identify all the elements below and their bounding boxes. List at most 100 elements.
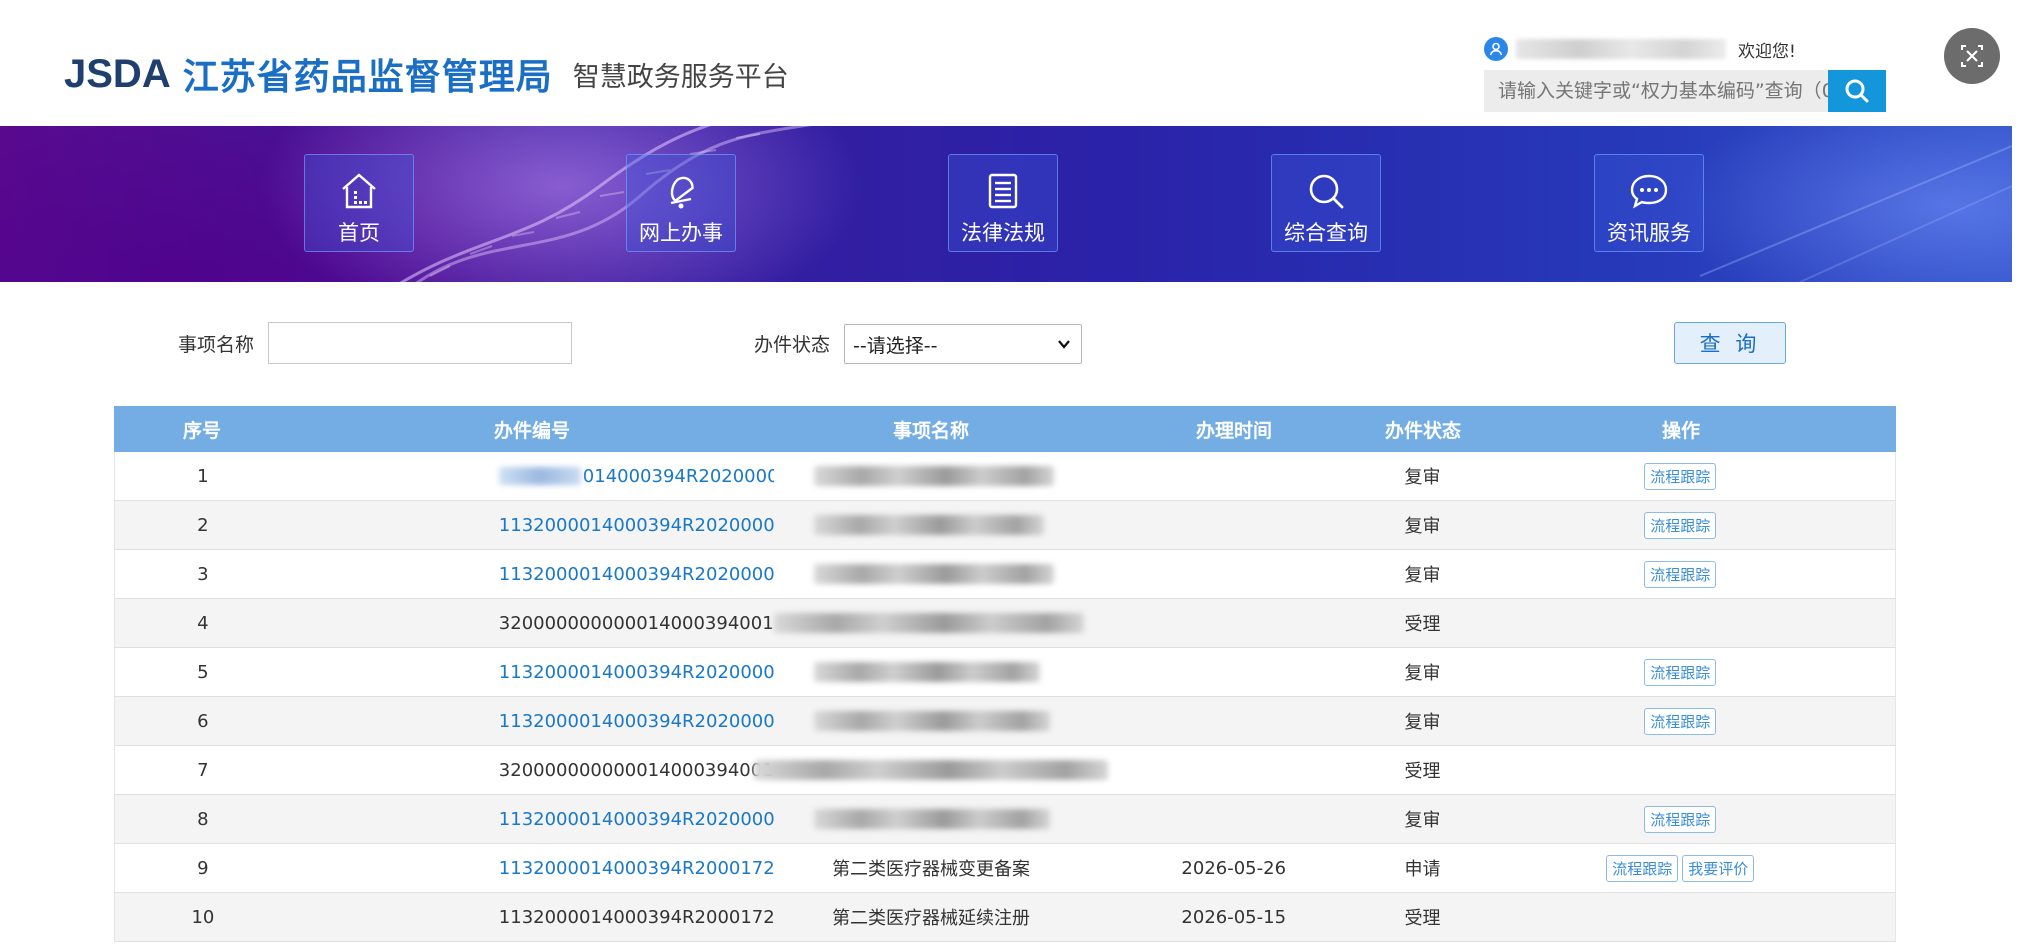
track-process-button[interactable]: 流程跟踪	[1644, 462, 1717, 490]
case-number-link[interactable]: 1132000014000394R202000000000	[499, 711, 774, 732]
row-number-cell: 1132000014000394R200017202600000	[291, 893, 774, 941]
row-time	[1088, 746, 1380, 794]
case-number-link[interactable]: 1132000014000394R2020000000000	[499, 662, 774, 683]
case-number-link[interactable]: 014000394R2020000000000	[583, 466, 774, 487]
table-row: 7 3200000000000140003940010033100 受理	[114, 746, 1896, 795]
case-number-link[interactable]: 1132000014000394R2020000000000	[499, 515, 774, 536]
col-seq: 序号	[182, 419, 221, 442]
nav-online-service[interactable]: 网上办事	[626, 154, 736, 252]
track-process-button[interactable]: 流程跟踪	[1644, 707, 1717, 735]
row-item-name	[754, 746, 1109, 794]
table-row: 4 3200000000000140003940010033100 受理	[114, 599, 1896, 648]
site-search-button[interactable]	[1828, 70, 1886, 112]
rate-button[interactable]: 我要评价	[1682, 854, 1755, 882]
case-number-link[interactable]: 1132000014000394R20200000000	[499, 564, 774, 585]
track-process-button[interactable]: 流程跟踪	[1644, 560, 1717, 588]
row-item-name	[774, 648, 1088, 696]
case-number: 1132000014000394R200017202600000	[498, 906, 775, 928]
table-row: 9 1132000014000394R200017202 第二类医疗器械变更备案 20…	[114, 844, 1896, 893]
case-number-link[interactable]: 1132000014000394R2020000000000	[499, 809, 774, 830]
row-seq: 8	[197, 808, 209, 830]
row-item-name	[774, 599, 1088, 647]
row-actions	[1465, 893, 1895, 941]
row-status: 受理	[1404, 614, 1441, 635]
table-row: 8 1132000014000394R2020000000000 复审 流程跟踪	[114, 795, 1896, 844]
nav-query[interactable]: 综合查询	[1271, 154, 1381, 252]
chat-icon	[1627, 169, 1671, 213]
case-number: 3200000000000140003940010033100	[498, 612, 774, 634]
row-number-cell: 1132000014000394R200017202	[291, 844, 774, 892]
site-search	[1484, 70, 1886, 112]
table-body: 1014000394R2020000000000复审流程跟踪2113200001…	[114, 452, 1896, 942]
search-icon	[1845, 79, 1869, 103]
row-status: 复审	[1404, 516, 1441, 537]
item-name-input[interactable]	[268, 322, 572, 364]
track-process-button[interactable]: 流程跟踪	[1644, 805, 1717, 833]
table-row: 1 014000394R2020000000000 复审 流程跟踪	[114, 452, 1896, 501]
query-button[interactable]: 查 询	[1674, 322, 1786, 364]
row-status: 受理	[1404, 761, 1441, 782]
user-name-redacted	[1516, 39, 1726, 59]
row-seq: 4	[197, 612, 209, 634]
nav-news[interactable]: 资讯服务	[1594, 154, 1704, 252]
row-seq: 7	[197, 759, 209, 781]
col-number: 办件编号	[493, 419, 570, 442]
redacted-mask	[774, 613, 1085, 633]
row-seq: 9	[197, 857, 209, 879]
row-time: 2026-05-15	[1181, 906, 1287, 928]
document-icon	[981, 169, 1025, 213]
track-process-button[interactable]: 流程跟踪	[1644, 658, 1717, 686]
row-status: 复审	[1404, 810, 1441, 831]
table-row: 3 1132000014000394R20200000000 复审 流程跟踪	[114, 550, 1896, 599]
status-label: 办件状态	[754, 334, 831, 356]
nav-query-label: 综合查询	[1284, 221, 1368, 245]
row-actions: 流程跟踪 我要评价	[1465, 844, 1895, 892]
row-number-cell: 1132000014000394R2020000000000	[291, 648, 774, 696]
nav-news-label: 资讯服务	[1607, 221, 1691, 245]
row-time	[1088, 697, 1380, 745]
nav-home[interactable]: 首页	[304, 154, 414, 252]
track-process-button[interactable]: 流程跟踪	[1644, 511, 1717, 539]
row-actions: 流程跟踪	[1465, 795, 1895, 843]
row-seq: 1	[197, 465, 209, 487]
row-time	[1088, 795, 1380, 843]
welcome-text: 欢迎您!	[1738, 41, 1796, 62]
row-seq: 6	[197, 710, 209, 732]
row-status: 复审	[1404, 565, 1441, 586]
close-overlay-button[interactable]	[1944, 28, 2000, 84]
row-actions: 流程跟踪	[1465, 501, 1895, 549]
track-process-button[interactable]: 流程跟踪	[1606, 854, 1679, 882]
row-actions	[1465, 746, 1895, 794]
site-search-input[interactable]	[1484, 70, 1886, 112]
row-number-cell: 3200000000000140003940010033100	[291, 746, 774, 794]
row-time	[1088, 452, 1380, 500]
col-item-name: 事项名称	[892, 419, 969, 442]
row-seq: 2	[197, 514, 209, 536]
nav-banner: 首页 网上办事 法律法规 综合查询 资讯服务	[0, 126, 2012, 282]
row-number-cell: 1132000014000394R20200000000	[291, 550, 774, 598]
site-logo[interactable]: JSDA 江苏省药品监督管理局 智慧政务服务平台	[64, 48, 789, 100]
item-name-text: 第二类医疗器械变更备案	[832, 859, 1031, 880]
row-status: 受理	[1404, 908, 1441, 929]
platform-name: 智慧政务服务平台	[572, 61, 789, 93]
row-item-name	[774, 452, 1088, 500]
nav-home-label: 首页	[338, 221, 380, 245]
col-status: 办件状态	[1384, 419, 1461, 442]
row-actions: 流程跟踪	[1465, 550, 1895, 598]
nav-laws[interactable]: 法律法规	[948, 154, 1058, 252]
logo-mark: JSDA	[64, 51, 171, 96]
row-status: 复审	[1404, 663, 1441, 684]
case-number-link[interactable]: 1132000014000394R200017202	[499, 858, 774, 879]
row-status: 申请	[1404, 859, 1441, 880]
row-seq: 5	[197, 661, 209, 683]
status-select[interactable]: --请选择--	[844, 324, 1082, 364]
logo-agency-name: 江苏省药品监督管理局	[182, 57, 553, 98]
redacted-mask	[814, 564, 1055, 584]
row-item-name	[774, 550, 1088, 598]
row-seq: 10	[191, 906, 215, 928]
search-filter: 事项名称 办件状态 --请选择-- 查 询	[0, 318, 2012, 368]
col-actions: 操作	[1661, 419, 1700, 442]
row-time	[1088, 599, 1380, 647]
row-item-name: 第二类医疗器械变更备案	[774, 844, 1088, 892]
site-header: JSDA 江苏省药品监督管理局 智慧政务服务平台 欢迎您!	[0, 0, 2012, 126]
